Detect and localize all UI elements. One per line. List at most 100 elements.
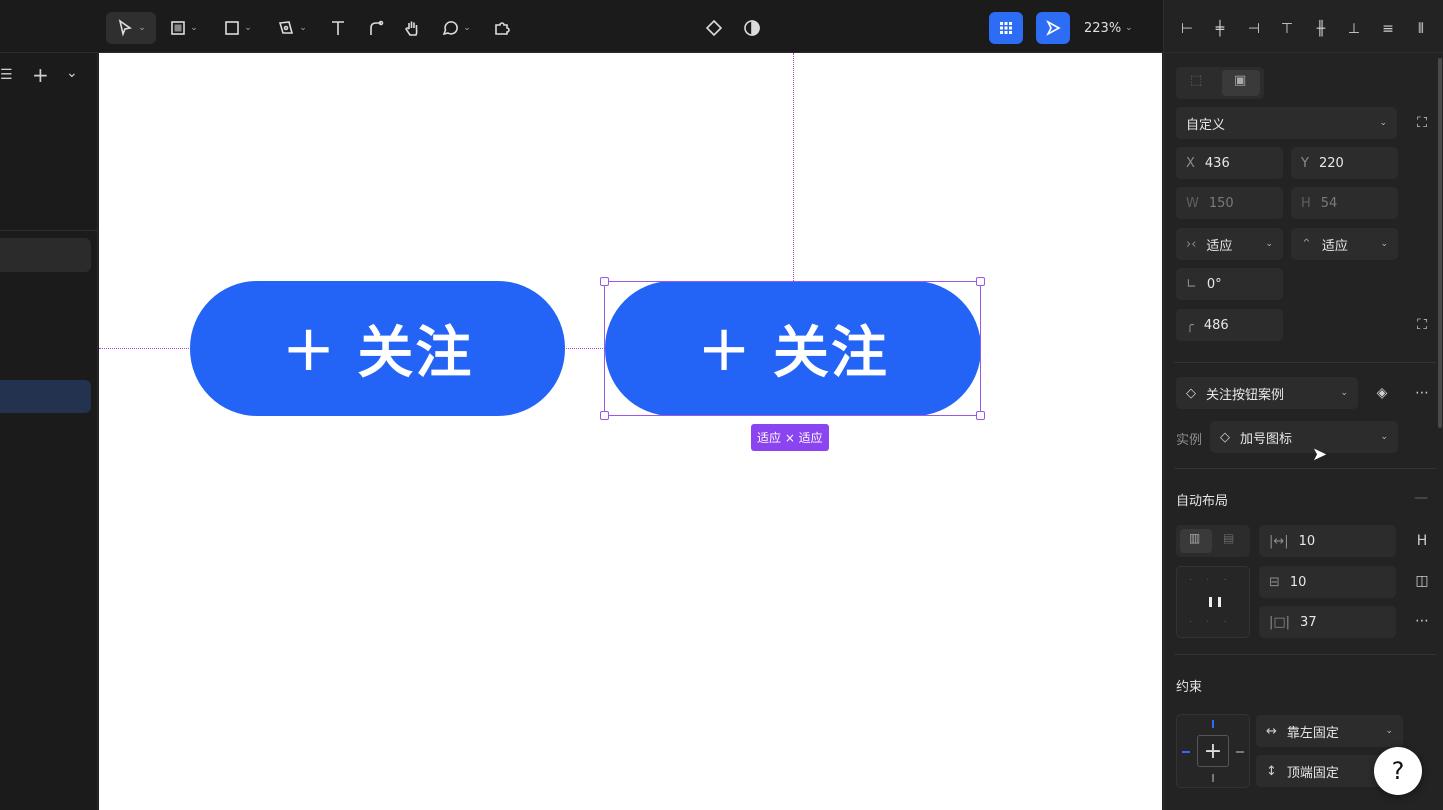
prototype-button[interactable] — [1036, 12, 1070, 44]
divider — [0, 230, 98, 231]
align-right-icon[interactable]: ⊣ — [1239, 14, 1269, 44]
resize-handle-top-left[interactable] — [600, 277, 609, 286]
shape-tool-button[interactable]: ⌄ — [216, 12, 260, 44]
contrast-icon — [744, 20, 760, 36]
connector-icon — [370, 20, 384, 35]
align-left-icon[interactable]: ⊢ — [1172, 14, 1202, 44]
panel-scrollbar[interactable] — [1438, 58, 1442, 428]
horizontal-resize-icon: ›‹ — [1186, 236, 1197, 252]
layers-panel: ☰ + ⌄ — [0, 53, 98, 810]
instance-label: 实例 — [1176, 433, 1203, 448]
zoom-level: 223% — [1084, 20, 1122, 36]
fit-frame-icon[interactable]: ⛶ — [1407, 108, 1437, 138]
resize-handle-bottom-right[interactable] — [976, 411, 985, 420]
chevron-down-icon: ⌄ — [463, 23, 471, 33]
width-mode-select[interactable]: ›‹ 适应 ⌄ — [1176, 228, 1283, 260]
rectangle-icon — [225, 21, 240, 35]
distribute-vertical-icon[interactable]: ≡ — [1373, 14, 1403, 44]
hand-tool-button[interactable] — [398, 12, 426, 44]
pen-tool-button[interactable]: ⌄ — [270, 12, 314, 44]
resize-handle-top-right[interactable] — [976, 277, 985, 286]
design-canvas[interactable]: + 关注 + 关注 适应 × 适应 — [99, 53, 1162, 810]
more-options-icon[interactable]: ⋯ — [1407, 606, 1437, 636]
zoom-control[interactable]: 223% ⌄ — [1084, 12, 1133, 44]
height-mode-select[interactable]: ⌃ 适应 ⌄ — [1291, 228, 1398, 260]
vertical-arrow-icon: ↕ — [1266, 763, 1277, 779]
mouse-cursor-icon: ➤ — [1312, 444, 1328, 465]
alignment-matrix[interactable]: ··· ··· — [1176, 566, 1250, 638]
w-label: W — [1186, 195, 1199, 211]
alignment-dots: ··· — [1189, 575, 1241, 586]
component-select[interactable]: ◇ 关注按钮案例 ⌄ — [1176, 377, 1358, 409]
chevron-down-icon: ⌄ — [299, 23, 307, 33]
chevron-down-icon: ⌄ — [1125, 23, 1133, 33]
remove-auto-layout-icon[interactable]: — — [1414, 490, 1428, 506]
independent-corners-icon[interactable]: ⛶ — [1407, 310, 1437, 340]
frame-preset-value: 自定义 — [1186, 117, 1226, 133]
grid-view-button[interactable] — [989, 12, 1023, 44]
horizontal-constraint-select[interactable]: ↔ 靠左固定 ⌄ — [1256, 715, 1403, 747]
layer-row[interactable] — [0, 238, 91, 272]
align-center-horizontal-icon[interactable]: ╪ — [1205, 14, 1235, 44]
align-top-icon[interactable]: ⊤ — [1272, 14, 1302, 44]
contrast-button[interactable] — [738, 12, 766, 44]
frame-tool-button[interactable]: ⌄ — [162, 12, 206, 44]
connector-tool-button[interactable] — [362, 12, 390, 44]
chevron-down-icon: ⌄ — [1380, 432, 1388, 442]
frame-preset-select[interactable]: 自定义 ⌄ — [1176, 107, 1397, 139]
align-center-vertical-icon[interactable]: ╫ — [1306, 14, 1336, 44]
move-tool-button[interactable]: ⌄ — [106, 12, 156, 44]
help-button[interactable]: ? — [1374, 747, 1422, 795]
list-icon[interactable]: ☰ — [0, 67, 13, 83]
align-bottom-icon[interactable]: ⊥ — [1339, 14, 1369, 44]
rotation-field[interactable]: ∟ 0° — [1176, 268, 1283, 300]
follow-button-left[interactable]: + 关注 — [190, 281, 565, 416]
individual-padding-icon[interactable]: ◫ — [1407, 566, 1437, 596]
component-button[interactable] — [700, 12, 728, 44]
chevron-down-icon[interactable]: ⌄ — [66, 65, 78, 81]
more-options-icon[interactable]: ⋯ — [1407, 378, 1437, 408]
vertical-padding-field[interactable]: ⊟ 10 — [1259, 566, 1396, 598]
height-field[interactable]: H 54 — [1291, 187, 1398, 219]
corner-radius-field[interactable]: ╭ 486 — [1176, 309, 1283, 341]
y-field[interactable]: Y 220 — [1291, 147, 1398, 179]
alignment-dots: ··· — [1189, 617, 1241, 628]
cursor-icon — [118, 19, 133, 37]
right-constraint-indicator[interactable] — [1236, 751, 1244, 753]
left-constraint-indicator[interactable] — [1182, 751, 1190, 753]
distribute-horizontal-icon[interactable]: ⫴ — [1406, 14, 1436, 44]
gap-value: 10 — [1298, 533, 1316, 549]
horizontal-gap-icon: |↔| — [1269, 533, 1289, 549]
bottom-constraint-indicator[interactable] — [1212, 774, 1214, 782]
go-to-main-component-icon[interactable]: ◈ — [1367, 378, 1397, 408]
radius-value: 486 — [1203, 317, 1229, 333]
h-value: 54 — [1320, 195, 1338, 211]
plus-icon[interactable]: + — [32, 63, 49, 87]
width-field[interactable]: W 150 — [1176, 187, 1283, 219]
top-constraint-indicator[interactable] — [1212, 720, 1214, 728]
item-spacing-field[interactable]: |↔| 10 — [1259, 525, 1396, 557]
text-tool-button[interactable] — [324, 12, 352, 44]
alignment-guide-vertical — [793, 53, 794, 281]
padding-v-value: 10 — [1289, 574, 1307, 590]
x-label: X — [1186, 155, 1195, 171]
plugin-tool-button[interactable] — [488, 12, 516, 44]
horizontal-padding-field[interactable]: |□| 37 — [1259, 606, 1396, 638]
instance-value: 加号图标 — [1240, 431, 1293, 447]
constraints-title: 约束 — [1176, 680, 1203, 695]
horizontal-arrow-icon: ↔ — [1266, 723, 1277, 739]
comment-tool-button[interactable]: ⌄ — [436, 12, 476, 44]
layout-direction-toggle[interactable]: ▥ ▤ — [1176, 525, 1250, 557]
spacing-mode-icon[interactable]: H — [1407, 526, 1437, 556]
x-value: 436 — [1204, 155, 1230, 171]
pen-icon — [279, 21, 294, 34]
constraint-widget[interactable]: + — [1176, 714, 1250, 788]
rotation-value: 0° — [1206, 276, 1222, 292]
puzzle-icon — [495, 22, 510, 35]
instance-select[interactable]: ◇ 加号图标 ⌄ — [1210, 421, 1398, 453]
layer-row-selected[interactable] — [0, 380, 91, 413]
frame-type-toggle[interactable]: ⬚ ▣ — [1176, 67, 1264, 99]
x-field[interactable]: X 436 — [1176, 147, 1283, 179]
resize-handle-bottom-left[interactable] — [600, 411, 609, 420]
y-label: Y — [1301, 155, 1309, 171]
